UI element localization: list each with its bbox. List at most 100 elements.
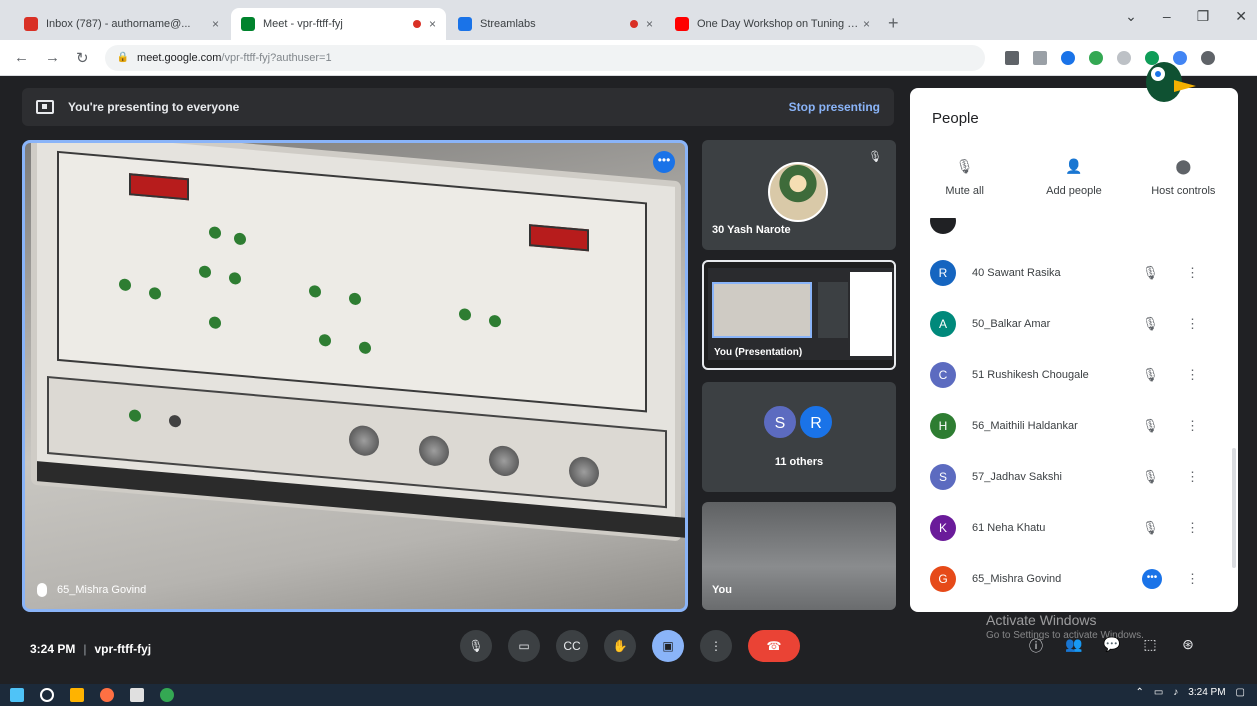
activities-icon[interactable]: ⬚ <box>1140 636 1160 656</box>
maximize-icon[interactable]: ❐ <box>1197 8 1210 25</box>
tray-clock[interactable]: 3:24 PM <box>1188 687 1225 698</box>
main-tile-participant: 65_Mishra Govind <box>57 584 147 596</box>
people-icon[interactable]: 👥 <box>1064 636 1084 656</box>
leave-call-button[interactable]: ☎ <box>748 630 800 662</box>
mic-off-icon[interactable]: 🎙 <box>1142 316 1162 332</box>
chevron-up-icon[interactable]: ⌃ <box>1135 687 1143 698</box>
mic-off-icon[interactable]: 🎙 <box>1142 520 1162 536</box>
more-options-icon[interactable]: ⋮ <box>1186 571 1199 587</box>
forward-icon[interactable]: → <box>45 49 60 66</box>
participant-name: 40 Sawant Rasika <box>972 267 1061 279</box>
lab-trainer-kit-image <box>31 143 685 542</box>
tab-search-icon[interactable]: ⌄ <box>1125 8 1137 25</box>
more-options-button[interactable]: ⋮ <box>700 630 732 662</box>
info-icon[interactable]: ⓘ <box>1026 636 1046 656</box>
present-button[interactable]: ▣ <box>652 630 684 662</box>
participant-tile-you[interactable]: You <box>702 502 896 610</box>
app-icon[interactable] <box>130 688 144 702</box>
raise-hand-button[interactable]: ✋ <box>604 630 636 662</box>
lock-icon[interactable]: 🔒 <box>117 52 129 63</box>
network-icon[interactable]: ▭ <box>1154 687 1163 698</box>
tab-youtube[interactable]: One Day Workshop on Tuning of... × <box>665 8 880 40</box>
close-tab-icon[interactable]: × <box>646 17 653 31</box>
list-item[interactable] <box>910 218 1238 242</box>
reload-icon[interactable]: ↻ <box>76 49 89 67</box>
close-window-icon[interactable]: ✕ <box>1235 8 1247 25</box>
stop-presenting-button[interactable]: Stop presenting <box>789 100 880 114</box>
list-item[interactable]: H 56_Maithili Haldankar 🎙 ⋮ <box>910 401 1238 451</box>
mic-off-icon[interactable]: 🎙 <box>1142 418 1162 434</box>
more-options-icon[interactable]: ⋮ <box>1186 265 1199 281</box>
windows-start-icon[interactable] <box>10 688 24 702</box>
action-label: Add people <box>1046 185 1102 197</box>
microphone-button[interactable]: 🎙 <box>460 630 492 662</box>
scrollbar[interactable] <box>1232 448 1236 568</box>
streamer-logo-icon <box>1146 62 1196 102</box>
mic-off-icon[interactable]: 🎙 <box>1142 367 1162 383</box>
list-item[interactable]: C 51 Rushikesh Chougale 🎙 ⋮ <box>910 350 1238 400</box>
star-icon[interactable] <box>1060 50 1075 65</box>
more-options-icon[interactable]: ⋮ <box>1186 367 1199 383</box>
list-item[interactable]: G 65_Mishra Govind ••• ⋮ <box>910 554 1238 604</box>
participant-name: 57_Jadhav Sakshi <box>972 471 1062 483</box>
participant-name: 56_Maithili Haldankar <box>972 420 1078 432</box>
call-controls: 🎙 ▭ CC ✋ ▣ ⋮ ☎ <box>460 630 800 662</box>
extension-green-icon[interactable] <box>1088 50 1103 65</box>
list-item[interactable]: A 50_Balkar Amar 🎙 ⋮ <box>910 299 1238 349</box>
more-options-icon[interactable]: ⋮ <box>1186 469 1199 485</box>
chat-icon[interactable]: 💬 <box>1102 636 1122 656</box>
more-options-icon[interactable]: ⋮ <box>1186 316 1199 332</box>
captions-button[interactable]: CC <box>556 630 588 662</box>
gmail-icon <box>24 17 38 31</box>
participant-tile-yash[interactable]: 🎙 30 Yash Narote <box>702 140 896 250</box>
mic-off-icon[interactable]: 🎙 <box>1142 265 1162 281</box>
camera-button[interactable]: ▭ <box>508 630 540 662</box>
tab-meet[interactable]: Meet - vpr-ftff-fyj × <box>231 8 446 40</box>
lock-icon[interactable]: ⊛ <box>1178 636 1198 656</box>
host-controls-button[interactable]: ⬤ Host controls <box>1133 158 1233 197</box>
volume-icon[interactable]: ♪ <box>1173 687 1178 698</box>
address-bar-row: ← → ↻ 🔒 meet.google.com /vpr-ftff-fyj?au… <box>0 40 1257 76</box>
file-explorer-icon[interactable] <box>70 688 84 702</box>
more-options-icon[interactable]: ⋮ <box>1186 520 1199 536</box>
tile-more-options-icon[interactable]: ••• <box>653 151 675 173</box>
avatar: S <box>930 464 956 490</box>
mute-all-button[interactable]: 🎙 Mute all <box>915 158 1015 197</box>
new-tab-button[interactable]: + <box>888 13 899 34</box>
back-icon[interactable]: ← <box>14 49 29 66</box>
activate-windows-title: Activate Windows <box>986 612 1097 628</box>
minimize-icon[interactable]: – <box>1163 8 1171 25</box>
tab-gmail[interactable]: Inbox (787) - authorname@... × <box>14 8 229 40</box>
toggle-icon: ⬤ <box>1175 158 1192 174</box>
notifications-icon[interactable]: ▢ <box>1236 687 1245 698</box>
url-input[interactable]: 🔒 meet.google.com /vpr-ftff-fyj?authuser… <box>104 44 985 71</box>
close-tab-icon[interactable]: × <box>429 17 436 31</box>
participant-tile-others[interactable]: S R 11 others <box>702 382 896 492</box>
extension-grey-icon[interactable] <box>1116 50 1131 65</box>
side-controls: ⓘ 👥 💬 ⬚ ⊛ <box>1026 636 1198 656</box>
window-controls: ⌄ – ❐ ✕ <box>1125 8 1247 25</box>
add-people-button[interactable]: 👤 Add people <box>1024 158 1124 197</box>
streamlabs-icon <box>458 17 472 31</box>
tab-streamlabs[interactable]: Streamlabs × <box>448 8 663 40</box>
firefox-icon[interactable] <box>100 688 114 702</box>
camera-icon[interactable] <box>1004 50 1019 65</box>
search-icon[interactable] <box>40 688 54 702</box>
list-item[interactable]: S 57_Jadhav Sakshi 🎙 ⋮ <box>910 452 1238 502</box>
list-item[interactable]: K 61 Neha Khatu 🎙 ⋮ <box>910 503 1238 553</box>
meeting-time: 3:24 PM <box>30 642 76 656</box>
people-title: People <box>932 110 979 127</box>
main-video-tile[interactable]: ••• 65_Mishra Govind <box>22 140 688 612</box>
tile-participant-name: You (Presentation) <box>714 347 803 358</box>
more-options-icon[interactable]: ⋮ <box>1186 418 1199 434</box>
mic-off-icon[interactable]: 🎙 <box>1142 469 1162 485</box>
chrome-icon[interactable] <box>160 688 174 702</box>
close-tab-icon[interactable]: × <box>863 17 870 31</box>
share-icon[interactable] <box>1032 50 1047 65</box>
meeting-code: vpr-ftff-fyj <box>94 642 152 656</box>
participant-tile-presentation[interactable]: You (Presentation) <box>702 260 896 370</box>
others-count: 11 others <box>774 456 824 468</box>
close-tab-icon[interactable]: × <box>212 17 219 31</box>
profile-avatar[interactable] <box>1200 50 1215 65</box>
list-item[interactable]: R 40 Sawant Rasika 🎙 ⋮ <box>910 248 1238 298</box>
